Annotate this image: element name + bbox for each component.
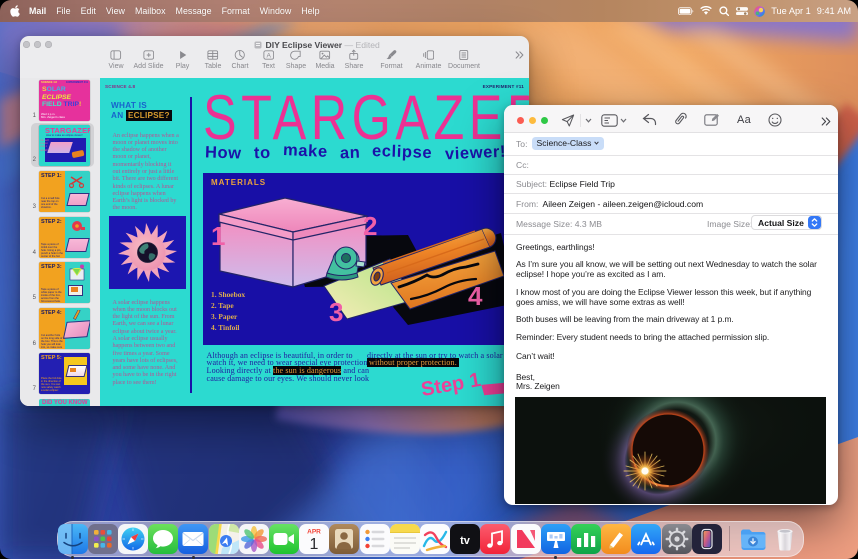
svg-text:APR: APR <box>307 528 321 535</box>
svg-text:4: 4 <box>468 281 483 311</box>
svg-text:3: 3 <box>329 297 343 327</box>
svg-text:1: 1 <box>211 221 225 251</box>
svg-text:2: 2 <box>363 211 377 241</box>
svg-text:tv: tv <box>460 535 471 547</box>
svg-text:A: A <box>266 53 271 60</box>
svg-text:1: 1 <box>310 536 319 553</box>
